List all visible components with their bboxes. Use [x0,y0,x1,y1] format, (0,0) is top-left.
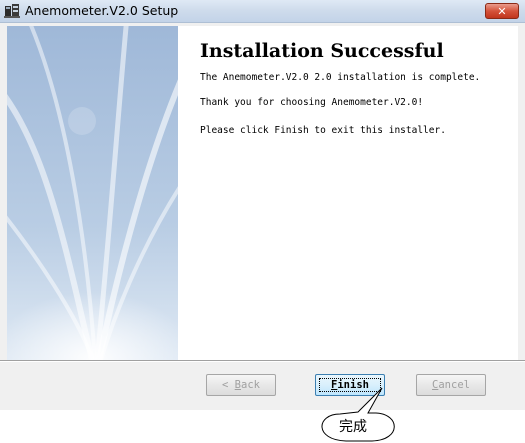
annotation-label: 完成 [339,419,367,435]
annotation-callout [321,387,395,442]
